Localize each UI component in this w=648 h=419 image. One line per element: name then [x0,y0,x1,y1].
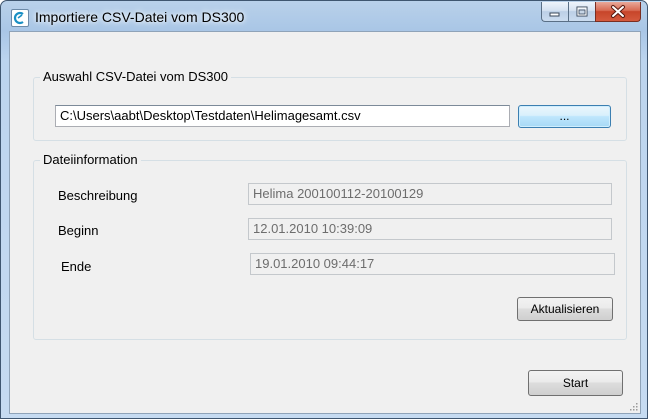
maximize-icon [576,6,588,17]
description-field: Helima 200100112-20100129 [248,183,612,205]
close-icon [611,5,625,18]
close-button[interactable] [595,2,641,22]
end-label: Ende [61,259,92,274]
description-label: Beschreibung [58,188,138,203]
end-field: 19.01.2010 09:44:17 [250,253,615,275]
start-button[interactable]: Start [528,370,623,396]
minimize-icon [549,12,560,17]
csv-path-input[interactable]: C:\Users\aabt\Desktop\Testdaten\Helimage… [55,105,510,127]
file-selection-group: Auswahl CSV-Datei vom DS300 C:\Users\aab… [33,69,627,141]
file-selection-group-title: Auswahl CSV-Datei vom DS300 [40,69,231,85]
maximize-button[interactable] [568,2,595,22]
dialog-window: Importiere CSV-Datei vom DS300 Auswahl C… [0,0,648,419]
resize-grip-icon[interactable] [628,401,638,411]
begin-label: Beginn [58,223,99,238]
refresh-button[interactable]: Aktualisieren [517,297,613,321]
begin-field: 12.01.2010 10:39:09 [248,218,612,240]
app-logo-icon[interactable] [11,9,29,27]
dialog-client-area: Auswahl CSV-Datei vom DS300 C:\Users\aab… [9,31,641,414]
browse-button[interactable]: ... [518,105,611,128]
minimize-button[interactable] [541,2,568,22]
caption-buttons [541,2,641,22]
file-info-group: Dateiinformation Beschreibung Helima 200… [33,152,627,340]
window-title: Importiere CSV-Datei vom DS300 [35,9,245,25]
file-info-group-title: Dateiinformation [40,152,141,168]
